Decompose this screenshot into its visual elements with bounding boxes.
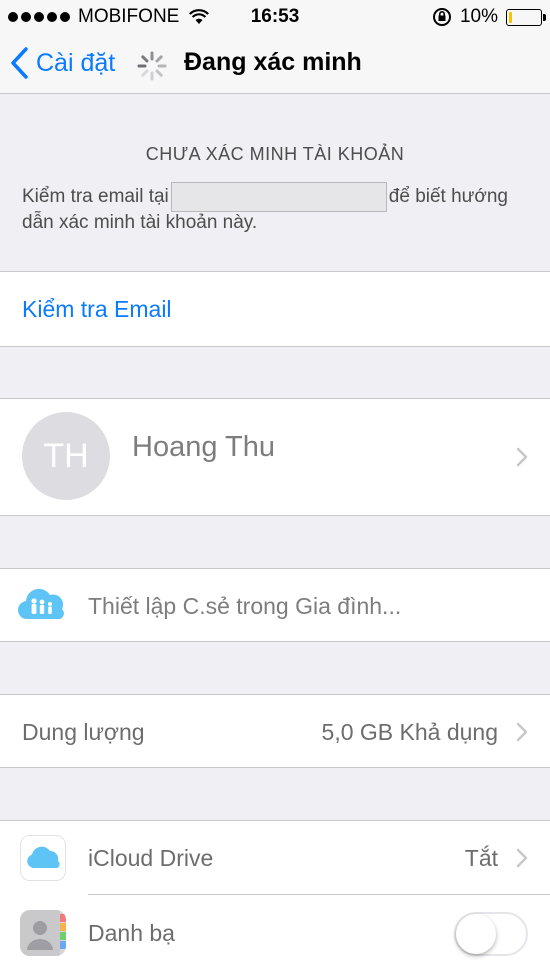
storage-label: Dung lượng: [22, 719, 145, 745]
verify-text-after: để biết hướng: [388, 186, 508, 207]
app-row-contacts: Danh bạ: [0, 896, 550, 970]
family-sharing-icon: [18, 588, 64, 620]
back-button[interactable]: Cài đặt: [10, 46, 115, 80]
battery-percent: 10%: [459, 6, 498, 27]
spinner-icon: [137, 51, 167, 81]
verify-heading: CHƯA XÁC MINH TÀI KHOẢN: [145, 144, 405, 164]
verify-info: CHƯA XÁC MINH TÀI KHOẢN Kiểm tra email t…: [0, 95, 550, 271]
battery-icon: [506, 8, 546, 26]
storage-cell[interactable]: Dung lượng 5,0 GB Khả dụng: [0, 694, 550, 768]
toggle-knob: [456, 914, 496, 954]
battery-fill: [509, 11, 512, 23]
family-sharing-cell[interactable]: Thiết lập C.sẻ trong Gia đình...: [0, 568, 550, 642]
status-bar: MOBIFONE 16:53 10%: [0, 0, 550, 36]
verify-line2: dẫn xác minh tài khoản này.: [22, 212, 258, 233]
chevron-right-icon: [516, 447, 528, 467]
rotation-lock-icon: [432, 8, 451, 26]
profile-name: Hoang Thu: [132, 431, 275, 463]
chevron-right-icon: [516, 848, 528, 868]
contacts-toggle[interactable]: [454, 912, 528, 956]
chevron-left-icon: [11, 47, 28, 79]
avatar: TH: [22, 412, 110, 500]
status-right: 10%: [432, 6, 546, 28]
storage-value: 5,0 GB Khả dụng: [321, 719, 498, 745]
page-title: Đang xác minh: [184, 48, 362, 76]
redacted-email: [170, 182, 387, 212]
chevron-right-icon: [516, 722, 528, 742]
app-label: iCloud Drive: [88, 845, 214, 871]
back-label: Cài đặt: [36, 48, 116, 77]
verify-text-before: Kiểm tra email tại: [22, 186, 169, 207]
icloud-drive-icon: [20, 835, 66, 881]
nav-bar: Cài đặt Đang xác minh: [0, 36, 550, 94]
family-sharing-label: Thiết lập C.sẻ trong Gia đình...: [88, 593, 402, 619]
check-email-link[interactable]: Kiểm tra Email: [22, 296, 172, 323]
check-email-cell[interactable]: Kiểm tra Email: [0, 271, 550, 347]
app-label: Danh bạ: [88, 920, 175, 946]
row-separator: [88, 894, 550, 895]
app-value: Tắt: [464, 845, 498, 871]
contacts-icon: [20, 910, 66, 956]
verify-line1: Kiểm tra email tại để biết hướng: [22, 182, 508, 212]
apps-group: iCloud Drive Tắt Danh bạ: [0, 820, 550, 978]
profile-cell[interactable]: TH Hoang Thu: [0, 398, 550, 516]
app-row-icloud-drive[interactable]: iCloud Drive Tắt: [0, 821, 550, 895]
